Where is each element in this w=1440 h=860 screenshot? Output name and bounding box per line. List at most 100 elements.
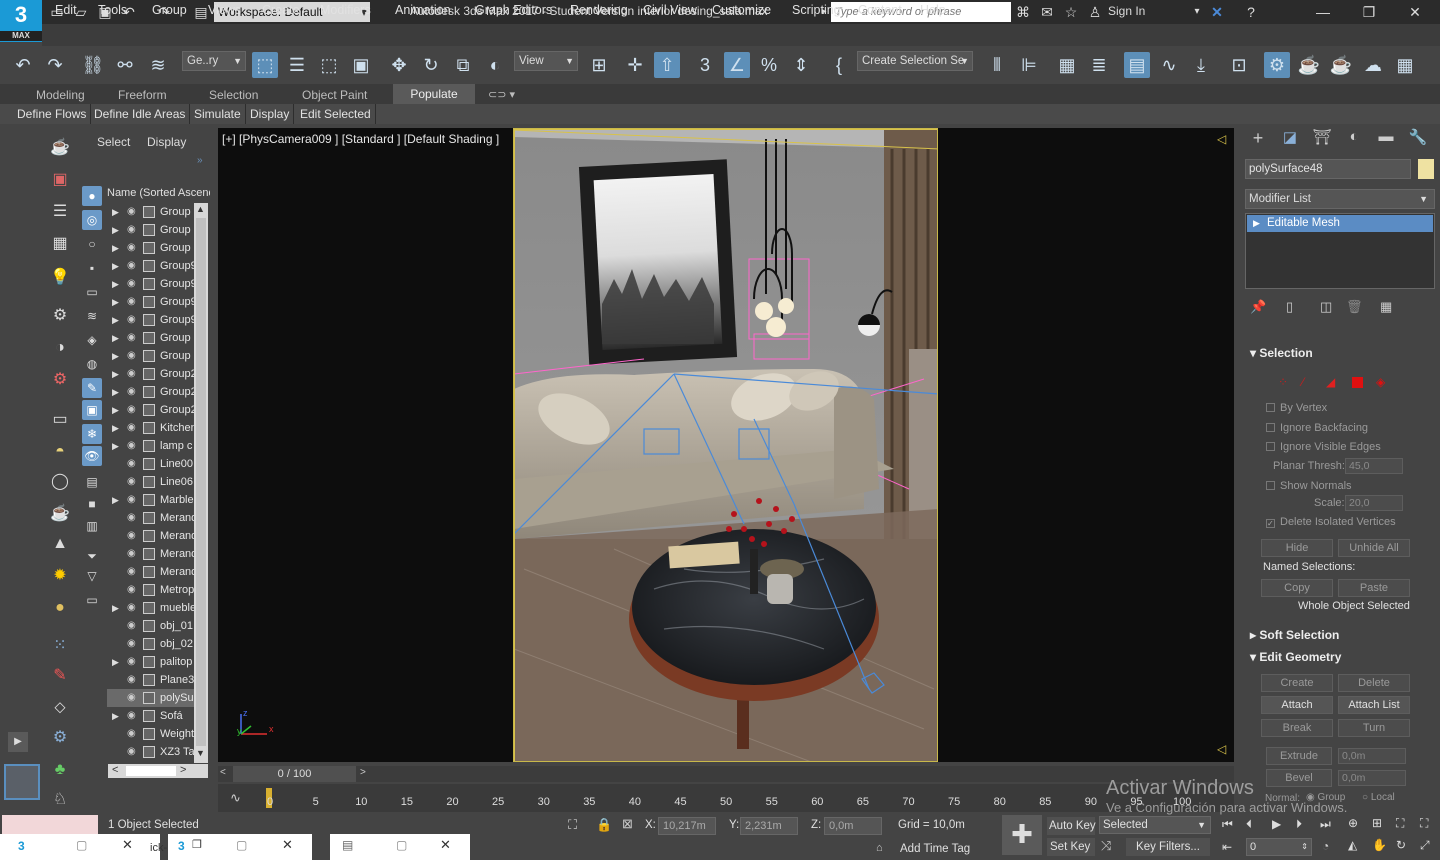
- display-tab-icon[interactable]: ▬: [1374, 128, 1398, 152]
- field-of-view-icon[interactable]: ◭: [1348, 838, 1357, 852]
- filter-icon[interactable]: ⏷: [82, 546, 102, 566]
- paste-button[interactable]: Paste: [1338, 579, 1410, 597]
- explorer-row[interactable]: ▶ ◉ lamp c: [107, 437, 195, 455]
- next-frame-icon[interactable]: ⏵: [1296, 817, 1302, 832]
- define-flows-button[interactable]: Define Flows: [13, 104, 92, 124]
- expand-triangle-icon[interactable]: ▶: [112, 257, 119, 275]
- attach-button[interactable]: Attach: [1261, 696, 1333, 714]
- visibility-eye-icon[interactable]: ◉: [127, 725, 136, 743]
- box-icon[interactable]: ▭: [48, 408, 72, 432]
- unlink-icon[interactable]: ⚯: [112, 52, 138, 78]
- mirror-icon[interactable]: ⫴: [984, 52, 1010, 78]
- visibility-eye-icon[interactable]: ◉: [127, 239, 136, 257]
- visibility-eye-icon[interactable]: ◉: [127, 473, 136, 491]
- edit-named-selection-icon[interactable]: {: [826, 52, 852, 78]
- maxscript-listener-field[interactable]: [2, 815, 98, 834]
- gear-icon[interactable]: ⚙: [48, 726, 72, 750]
- link-icon[interactable]: ⛓: [80, 52, 106, 78]
- simulate-button[interactable]: Simulate: [190, 104, 246, 124]
- expand-triangle-icon[interactable]: ▶: [112, 203, 119, 221]
- maximize-icon[interactable]: ▢: [396, 838, 407, 852]
- spinner-snap-icon[interactable]: ⇕: [788, 52, 814, 78]
- normal-local-radio[interactable]: ○ Local: [1362, 792, 1395, 803]
- layer-explorer-icon[interactable]: ≣: [1086, 52, 1112, 78]
- pivot-center-icon[interactable]: ⊞: [586, 52, 612, 78]
- material-editor-icon[interactable]: ⊡: [1226, 52, 1252, 78]
- explorer-row[interactable]: ▶ ◉ Group9: [107, 293, 195, 311]
- pan-view-icon[interactable]: ✋: [1372, 838, 1387, 852]
- menu-create[interactable]: Create: [262, 3, 300, 17]
- visibility-eye-icon[interactable]: ◉: [127, 743, 136, 761]
- menu-animation[interactable]: Animation: [395, 3, 451, 17]
- close-icon[interactable]: ✕: [440, 837, 451, 853]
- helper-icon[interactable]: ✎: [48, 664, 72, 688]
- extrude-button[interactable]: Extrude: [1266, 747, 1332, 765]
- key-filters-button[interactable]: Key Filters...: [1126, 838, 1210, 856]
- visibility-eye-icon[interactable]: ◉: [127, 365, 136, 383]
- expand-triangle-icon[interactable]: ▶: [112, 347, 119, 365]
- display-button[interactable]: Display: [246, 104, 295, 124]
- curve-editor-icon[interactable]: ∿: [1156, 52, 1182, 78]
- zoom-all-icon[interactable]: ⊞: [1372, 816, 1382, 830]
- rectangular-selection-icon[interactable]: ⬚: [316, 52, 342, 78]
- viewport-label-menu[interactable]: [+] [PhysCamera009 ] [Standard ] [Defaul…: [222, 132, 499, 146]
- explorer-select-menu[interactable]: Select: [97, 135, 130, 149]
- explorer-name-column-header[interactable]: Name (Sorted Ascending): [107, 184, 210, 202]
- explorer-row[interactable]: ▶ ◉ Group2: [107, 401, 195, 419]
- x-coordinate-field[interactable]: 10,217m: [658, 817, 716, 835]
- favorites-star-icon[interactable]: ☆: [1062, 3, 1080, 21]
- tab-selection[interactable]: Selection: [209, 88, 258, 102]
- motion-tab-icon[interactable]: ◐: [1342, 128, 1366, 152]
- restore-window-icon[interactable]: ❐: [1346, 0, 1392, 24]
- maximize-icon[interactable]: ▢: [236, 838, 247, 852]
- explorer-horizontal-scrollbar[interactable]: < >: [108, 764, 208, 778]
- explorer-row[interactable]: ▶ ◉ palitop: [107, 653, 195, 671]
- edge-level-icon[interactable]: ⁄: [1302, 375, 1304, 389]
- z-coordinate-field[interactable]: 0,0m: [824, 817, 882, 835]
- rendered-frame-window-icon[interactable]: ☕: [1296, 52, 1322, 78]
- extrude-amount-spinner[interactable]: 0,0m: [1338, 748, 1406, 764]
- toggle-ribbon-icon[interactable]: ▤: [1124, 52, 1150, 78]
- explorer-row[interactable]: ▶ ◉ Group: [107, 221, 195, 239]
- menu-edit[interactable]: Edit: [55, 3, 77, 17]
- taskbar-thumbnail-window[interactable]: ▤ ▢ ✕: [330, 834, 470, 860]
- expand-triangle-icon[interactable]: ▶: [112, 419, 119, 437]
- sphere-icon[interactable]: ◓: [48, 440, 72, 464]
- vertex-level-icon[interactable]: ⁘: [1278, 375, 1288, 389]
- explorer-row[interactable]: ◉ Line00: [107, 455, 195, 473]
- a360-gallery-icon[interactable]: ▦: [1392, 52, 1418, 78]
- object-color-swatch[interactable]: [1418, 159, 1434, 179]
- explorer-row[interactable]: ▶ ◉ Kitchen: [107, 419, 195, 437]
- break-button[interactable]: Break: [1261, 719, 1333, 737]
- modifier-list-dropdown[interactable]: Modifier List ▼: [1245, 189, 1435, 209]
- minimize-window-icon[interactable]: —: [1300, 0, 1346, 24]
- explorer-row[interactable]: ◉ Weight: [107, 725, 195, 743]
- help-icon[interactable]: ?: [1242, 3, 1260, 21]
- binoculars-icon[interactable]: ⌘: [1014, 3, 1032, 21]
- scroll-down-icon[interactable]: ▼: [196, 748, 205, 758]
- expand-triangle-icon[interactable]: ▶: [112, 221, 119, 239]
- camera-list-icon[interactable]: ⚙: [48, 304, 72, 328]
- selection-rollout-header[interactable]: ▾ Selection: [1250, 346, 1313, 360]
- stack-item-editable-mesh[interactable]: ▶ Editable Mesh: [1247, 215, 1433, 232]
- close-window-icon[interactable]: ✕: [1392, 0, 1438, 24]
- explorer-row[interactable]: ◉ Metrop: [107, 581, 195, 599]
- circle-icon[interactable]: ◯: [48, 470, 72, 494]
- configure-modifier-sets-icon[interactable]: ▦: [1380, 299, 1392, 315]
- display-xrefs-icon[interactable]: ✎: [82, 378, 102, 398]
- ignore-backfacing-checkbox[interactable]: Ignore Backfacing: [1266, 422, 1368, 434]
- explorer-display-menu[interactable]: Display: [147, 135, 186, 149]
- menu-modifiers[interactable]: Modifiers: [320, 3, 371, 17]
- foliage-icon[interactable]: ♣: [48, 758, 72, 782]
- tab-populate[interactable]: Populate: [393, 84, 475, 104]
- expand-triangle-icon[interactable]: ▶: [112, 329, 119, 347]
- menu-tools[interactable]: Tools: [98, 3, 127, 17]
- pin-stack-icon[interactable]: 📌: [1250, 299, 1266, 315]
- menu-content[interactable]: Content: [858, 3, 902, 17]
- explorer-row[interactable]: ▶ ◉ Marble: [107, 491, 195, 509]
- maximize-viewport-icon[interactable]: ⤢: [1420, 838, 1430, 853]
- define-idle-areas-button[interactable]: Define Idle Areas: [90, 104, 191, 124]
- menu-customize[interactable]: Customize: [712, 3, 771, 17]
- explorer-row[interactable]: ▶ ◉ Group9: [107, 311, 195, 329]
- layer-manager-icon[interactable]: ▦: [1054, 52, 1080, 78]
